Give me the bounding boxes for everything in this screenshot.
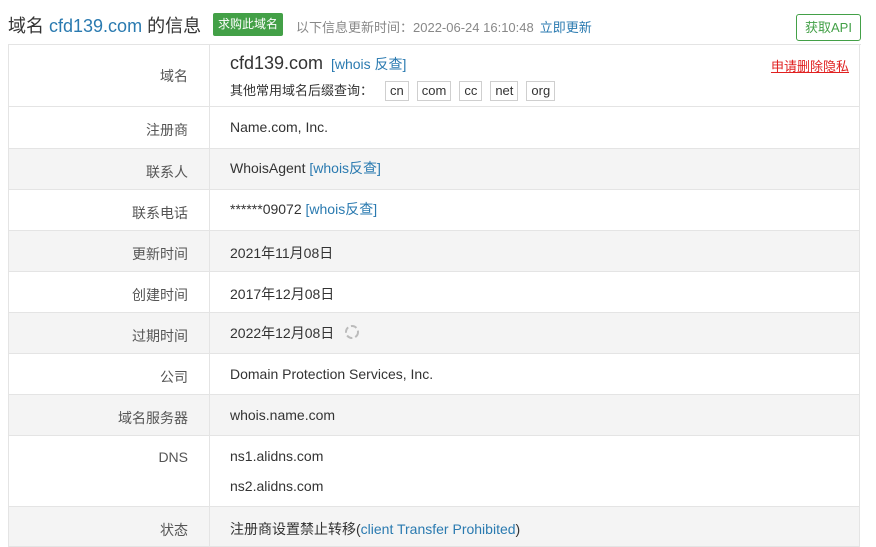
row-label: 注册商 [9,107,210,148]
update-time: 2022-06-24 16:10:48 [413,20,534,35]
update-info: 以下信息更新时间：2022-06-24 16:10:48 立即更新 [296,17,592,36]
suffix-cn-button[interactable]: cn [385,81,409,101]
page-header: 域名 cfd139.com 的信息 求购此域名 以下信息更新时间：2022-06… [0,0,876,44]
row-value: 2022年12月08日 [210,313,859,353]
whois-table: 域名 cfd139.com [whois 反查] 其他常用域名后缀查询： cn co… [8,44,860,547]
row-label: 创建时间 [9,272,210,312]
row-value: cfd139.com [whois 反查] 其他常用域名后缀查询： cn com cc… [210,44,859,106]
buy-domain-button[interactable]: 求购此域名 [213,13,284,36]
title-domain: cfd139.com [49,16,143,36]
row-value: 2017年12月08日 [230,286,335,302]
delete-privacy-link[interactable]: 申请删除隐私 [771,56,849,75]
dns-server: ns2.alidns.com [230,478,324,494]
suffix-net-button[interactable]: net [490,81,519,101]
refresh-spinner-icon[interactable] [344,324,360,340]
row-phone: 联系电话 ******09072 [whois反查] [9,190,859,231]
status-prefix: 注册商设置禁止转移( [230,521,361,537]
row-value: whois.name.com [230,407,336,423]
row-value: Name.com, Inc. [230,119,329,135]
row-updated: 更新时间 2021年11月08日 [9,231,859,272]
suffix-org-button[interactable]: org [526,81,556,101]
row-status: 状态 注册商设置禁止转移(client Transfer Prohibited) [9,507,859,547]
row-registrar: 注册商 Name.com, Inc. [9,107,859,149]
row-label: 域名服务器 [9,395,210,435]
suffix-com-button[interactable]: com [416,81,452,101]
phone-whois-link[interactable]: [whois反查] [306,201,378,217]
page-title: 域名 cfd139.com 的信息 [8,12,201,38]
row-value: 注册商设置禁止转移(client Transfer Prohibited) [210,507,859,546]
expires-value: 2022年12月08日 [230,325,335,341]
suffix-cc-button[interactable]: cc [459,81,483,101]
row-value: ns1.alidns.com ns2.alidns.com [210,436,859,506]
row-company: 公司 Domain Protection Services, Inc. [9,354,859,395]
dns-server: ns1.alidns.com [230,448,324,464]
row-label: 域名 [9,44,210,106]
row-value: ******09072 [whois反查] [210,190,859,230]
row-label: 状态 [9,507,210,546]
row-value: WhoisAgent [whois反查] [210,149,859,189]
row-label: DNS [9,436,210,506]
row-label: 更新时间 [9,231,210,271]
row-dns: DNS ns1.alidns.com ns2.alidns.com [9,436,859,507]
whois-reverse-link[interactable]: [whois 反查] [331,56,406,72]
row-label: 联系人 [9,149,210,189]
row-label: 过期时间 [9,313,210,353]
status-code-link[interactable]: client Transfer Prohibited [361,521,516,537]
row-contact: 联系人 WhoisAgent [whois反查] [9,149,859,190]
row-value: Domain Protection Services, Inc. [230,366,434,382]
contact-whois-link[interactable]: [whois反查] [309,160,381,176]
update-now-link[interactable]: 立即更新 [540,20,592,35]
suffix-query: 其他常用域名后缀查询： cn com cc net org [230,80,859,101]
get-api-button[interactable]: 获取API [796,14,861,41]
contact-value: WhoisAgent [230,160,306,176]
title-suffix: 的信息 [147,16,202,36]
update-label: 以下信息更新时间： [296,20,414,35]
domain-name: cfd139.com [230,53,324,73]
status-suffix: ) [515,521,521,537]
phone-value: ******09072 [230,201,302,217]
row-created: 创建时间 2017年12月08日 [9,272,859,313]
row-label: 联系电话 [9,190,210,230]
row-value: 2021年11月08日 [230,245,334,261]
row-label: 公司 [9,354,210,394]
row-expires: 过期时间 2022年12月08日 [9,313,859,354]
suffix-label: 其他常用域名后缀查询： [230,83,374,98]
title-prefix: 域名 [8,16,44,36]
row-whois-server: 域名服务器 whois.name.com [9,395,859,436]
row-domain: 域名 cfd139.com [whois 反查] 其他常用域名后缀查询： cn co… [9,44,859,107]
